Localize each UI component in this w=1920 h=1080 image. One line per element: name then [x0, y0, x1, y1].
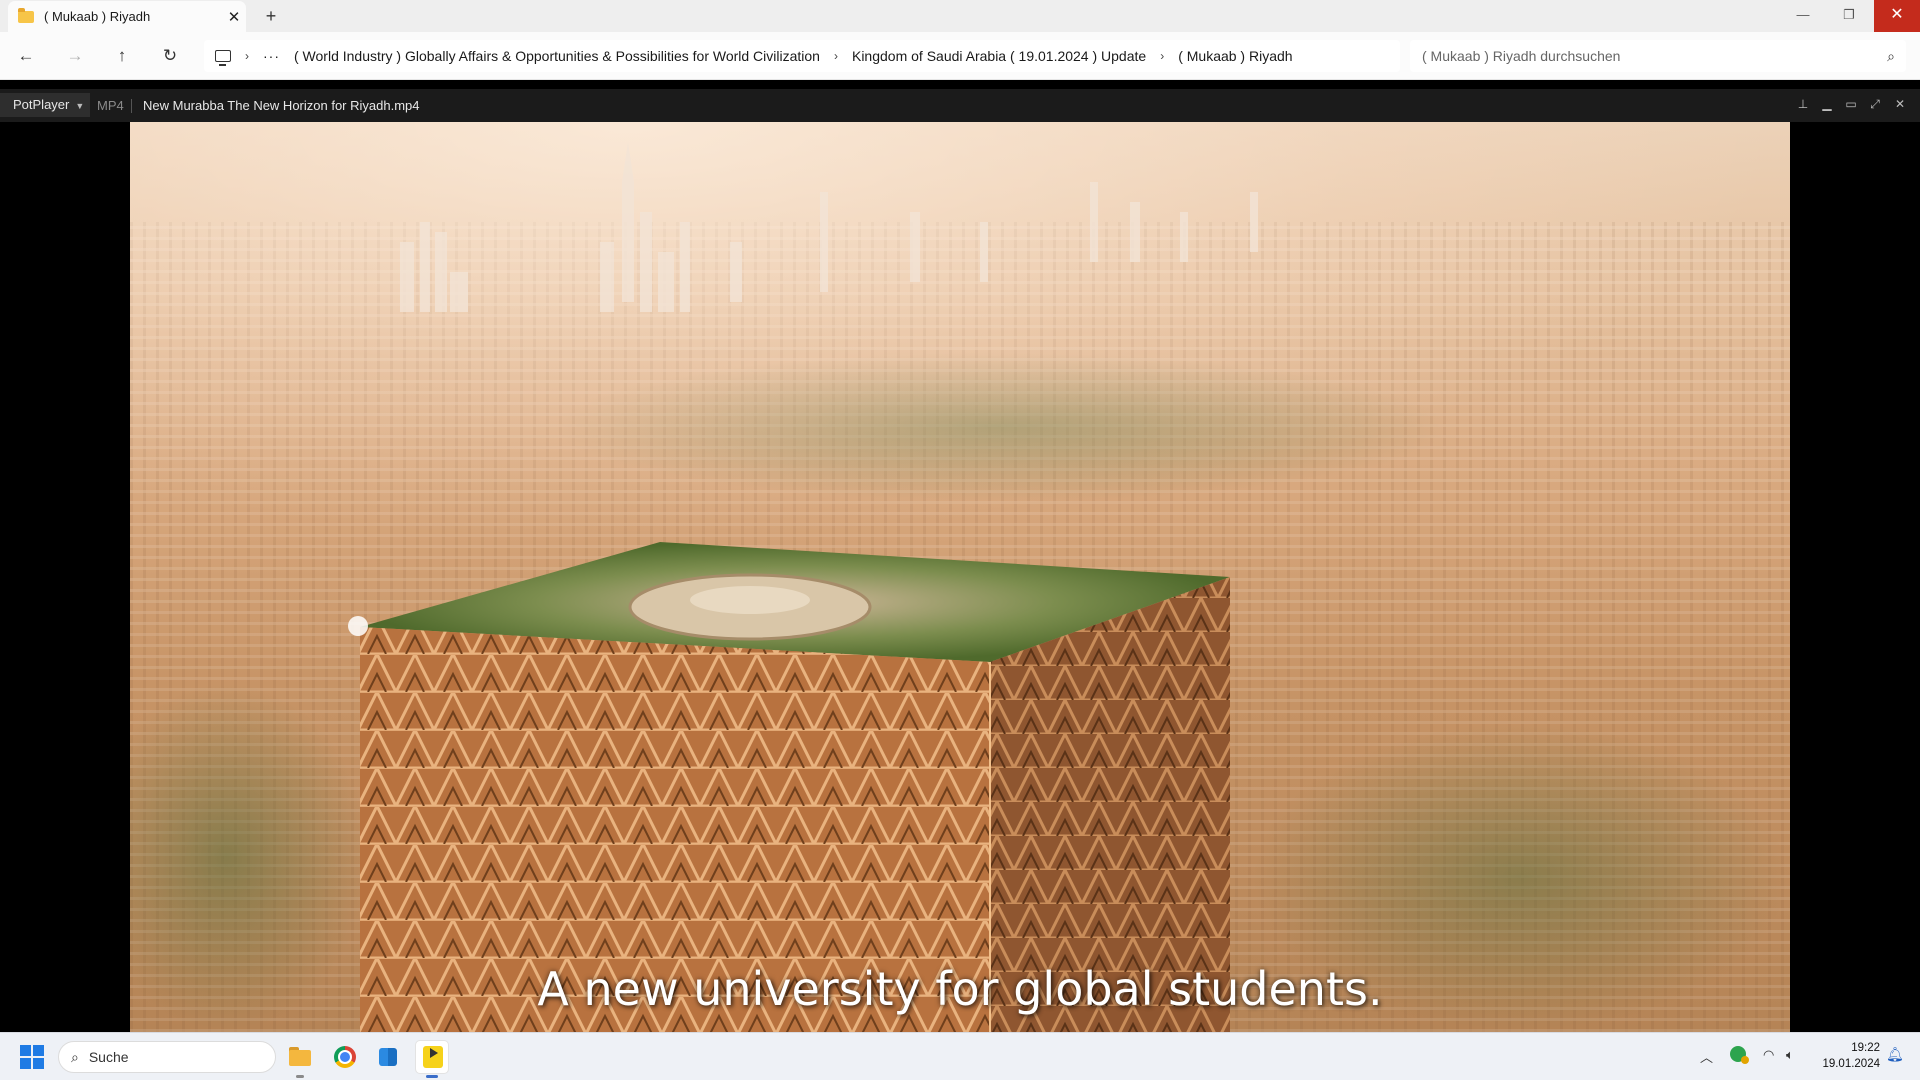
close-button[interactable]: ✕	[1874, 0, 1920, 32]
player-minimize-button[interactable]: ▁	[1817, 97, 1837, 111]
active-indicator	[426, 1075, 438, 1078]
search-icon[interactable]: ⌕	[1876, 48, 1906, 65]
search-input[interactable]: ( Mukaab ) Riyadh durchsuchen	[1422, 48, 1876, 64]
player-fullscreen-button[interactable]: ⤢	[1865, 97, 1885, 112]
new-tab-button[interactable]: +	[258, 3, 284, 29]
clock-time: 19:22	[1851, 1042, 1880, 1054]
this-pc-icon[interactable]	[215, 50, 231, 66]
pin-icon[interactable]: ⊥	[1793, 97, 1813, 111]
tab-close-button[interactable]: ✕	[222, 8, 246, 26]
search-icon: ⌕	[71, 1048, 79, 1065]
refresh-button[interactable]: ↻	[154, 40, 186, 72]
taskbar-search-label: Suche	[88, 1049, 129, 1065]
chevron-right-icon[interactable]: ›	[1160, 49, 1164, 63]
divider	[131, 99, 132, 113]
breadcrumb-overflow[interactable]: ···	[263, 48, 280, 64]
potplayer-menu-label: PotPlayer	[13, 97, 70, 112]
media-format-label: MP4	[97, 98, 124, 113]
notification-bell-icon[interactable]: 🔔︎	[1886, 1046, 1904, 1063]
explorer-toolbar: ← → ↑ ↻ › ··· ( World Industry ) Globall…	[0, 32, 1920, 80]
breadcrumb-item-current[interactable]: ( Mukaab ) Riyadh	[1178, 48, 1292, 64]
potplayer-window: PotPlayer ▼ MP4 New Murabba The New Horiz…	[0, 89, 1920, 1032]
chevron-right-icon[interactable]: ›	[245, 49, 249, 63]
microsoft-store-icon[interactable]	[371, 1040, 405, 1074]
address-bar[interactable]: › ··· ( World Industry ) Globally Affair…	[204, 40, 1400, 72]
running-indicator	[296, 1075, 304, 1078]
chevron-down-icon: ▼	[75, 101, 85, 111]
wifi-icon[interactable]: ◠	[1763, 1047, 1774, 1063]
player-close-button[interactable]: ✕	[1890, 97, 1910, 111]
potplayer-icon[interactable]	[415, 1040, 449, 1074]
clock-date: 19.01.2024	[1822, 1058, 1880, 1070]
volume-icon[interactable]: 🔈︎	[1786, 1047, 1794, 1063]
taskbar: ⌕ Suche ︿ ◠ 🔈︎ 19:22 19.01.2024 🔔︎	[0, 1032, 1920, 1080]
potplayer-menu-button[interactable]: PotPlayer ▼	[0, 93, 90, 117]
explorer-tab[interactable]: ( Mukaab ) Riyadh ✕	[8, 1, 246, 32]
minimize-button[interactable]: —	[1780, 0, 1826, 32]
explorer-titlebar: ( Mukaab ) Riyadh ✕ + — ❐ ✕	[0, 0, 1920, 32]
player-maximize-button[interactable]: ▭	[1841, 97, 1861, 111]
system-clock[interactable]: 19:22 19.01.2024	[1810, 1040, 1880, 1072]
windows-start-icon[interactable]	[20, 1045, 44, 1069]
taskbar-search[interactable]: ⌕ Suche	[58, 1041, 276, 1073]
video-subtitle: A new university for global students.	[537, 962, 1383, 1016]
maximize-button[interactable]: ❐	[1826, 0, 1872, 32]
forward-button[interactable]: →	[59, 40, 91, 72]
search-box[interactable]: ( Mukaab ) Riyadh durchsuchen ⌕	[1410, 40, 1906, 72]
up-button[interactable]: ↑	[106, 40, 138, 72]
tab-title: ( Mukaab ) Riyadh	[44, 9, 151, 24]
mukaab-cube	[348, 542, 1230, 1032]
folder-icon	[18, 7, 34, 23]
video-frame[interactable]: A new university for global students.	[130, 122, 1790, 1032]
chrome-icon[interactable]	[328, 1040, 362, 1074]
file-explorer-icon[interactable]	[283, 1040, 317, 1074]
media-filename: New Murabba The New Horizon for Riyadh.m…	[143, 98, 420, 113]
security-icon[interactable]	[1730, 1046, 1749, 1064]
show-hidden-icons-chevron-icon[interactable]: ︿	[1700, 1047, 1713, 1066]
breadcrumb-item[interactable]: ( World Industry ) Globally Affairs & Op…	[294, 48, 820, 64]
back-button[interactable]: ←	[10, 40, 42, 72]
chevron-right-icon[interactable]: ›	[834, 49, 838, 63]
breadcrumb-item[interactable]: Kingdom of Saudi Arabia ( 19.01.2024 ) U…	[852, 48, 1146, 64]
potplayer-titlebar: PotPlayer ▼ MP4 New Murabba The New Horiz…	[0, 89, 1920, 122]
